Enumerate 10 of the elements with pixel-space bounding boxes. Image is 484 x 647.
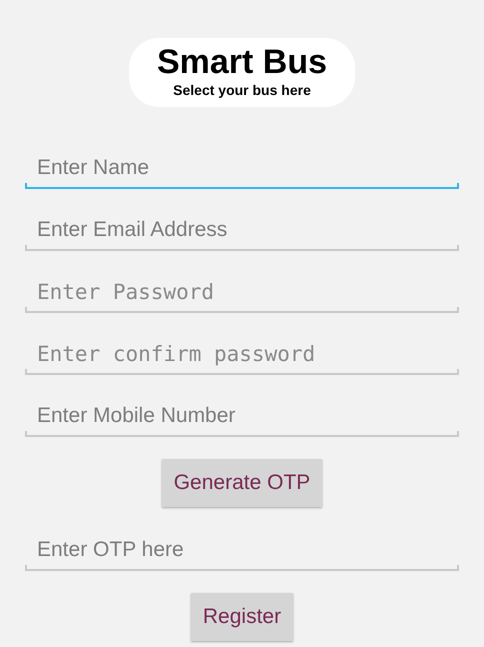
app-subtitle: Select your bus here (173, 81, 311, 100)
input-field[interactable]: Enter Mobile Number (25, 397, 459, 437)
input-field[interactable]: Enter OTP here (25, 531, 459, 571)
input-field[interactable]: Enter Name (25, 149, 459, 189)
action-button[interactable]: Generate OTP (162, 459, 322, 507)
input-field[interactable]: Enter Email Address (25, 211, 459, 251)
action-button[interactable]: Register (190, 593, 294, 641)
input-field[interactable]: Enter Password (25, 273, 459, 313)
app-title: Smart Bus (156, 44, 328, 80)
input-field[interactable]: Enter confirm password (25, 335, 459, 375)
